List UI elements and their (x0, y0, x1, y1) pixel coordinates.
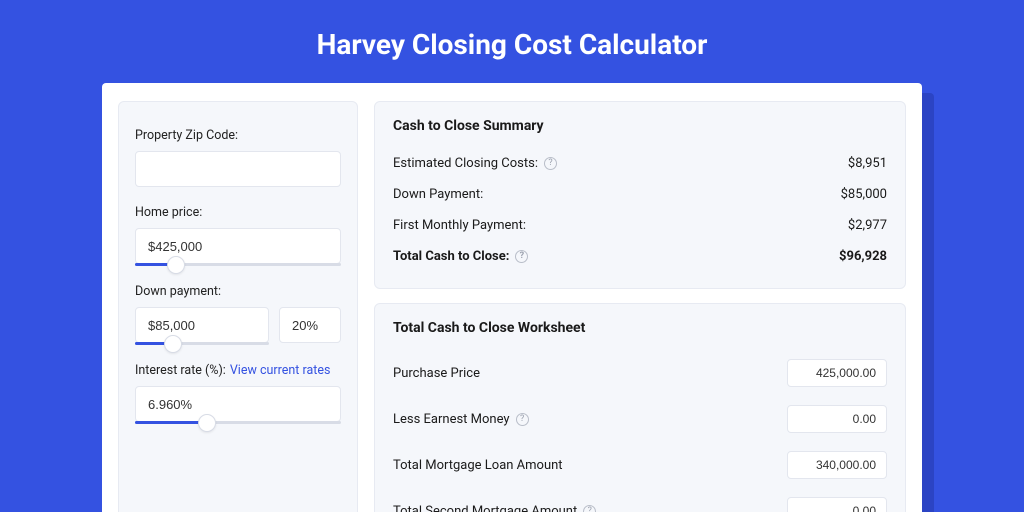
slider-fill (135, 421, 207, 424)
interest-rate-input[interactable] (135, 386, 341, 422)
home-price-field: Home price: (135, 205, 341, 266)
summary-row-first-monthly: First Monthly Payment: $2,977 (393, 210, 887, 241)
help-icon[interactable]: ? (544, 157, 557, 170)
summary-label: Estimated Closing Costs: (393, 156, 538, 171)
worksheet-input-purchase-price[interactable] (787, 359, 887, 387)
summary-row-total: Total Cash to Close: ? $96,928 (393, 241, 887, 272)
summary-value: $8,951 (848, 156, 887, 171)
view-rates-link[interactable]: View current rates (230, 363, 331, 378)
down-payment-field: Down payment: (135, 284, 341, 345)
summary-label: Down Payment: (393, 187, 483, 202)
page-title: Harvey Closing Cost Calculator (0, 0, 1024, 83)
worksheet-row-earnest-money: Less Earnest Money ? (393, 396, 887, 442)
summary-value: $2,977 (848, 218, 887, 233)
worksheet-title: Total Cash to Close Worksheet (393, 320, 887, 336)
worksheet-label: Less Earnest Money (393, 412, 510, 427)
summary-value: $85,000 (841, 187, 887, 202)
interest-rate-label: Interest rate (%): View current rates (135, 363, 341, 378)
worksheet-label: Total Mortgage Loan Amount (393, 458, 563, 473)
help-icon[interactable]: ? (583, 505, 596, 512)
worksheet-panel: Total Cash to Close Worksheet Purchase P… (374, 303, 906, 512)
slider-thumb[interactable] (167, 256, 185, 274)
interest-rate-label-text: Interest rate (%): (135, 363, 226, 378)
results-column: Cash to Close Summary Estimated Closing … (374, 101, 906, 512)
summary-panel: Cash to Close Summary Estimated Closing … (374, 101, 906, 289)
slider-thumb[interactable] (198, 414, 216, 432)
worksheet-label: Total Second Mortgage Amount (393, 504, 577, 512)
worksheet-row-second-mortgage: Total Second Mortgage Amount ? (393, 488, 887, 512)
interest-rate-field: Interest rate (%): View current rates (135, 363, 341, 424)
summary-row-down-payment: Down Payment: $85,000 (393, 179, 887, 210)
worksheet-input-mortgage-loan[interactable] (787, 451, 887, 479)
home-price-slider[interactable] (135, 263, 341, 266)
summary-total-label: Total Cash to Close: (393, 249, 509, 264)
down-payment-pct-input[interactable] (279, 307, 341, 343)
interest-rate-slider[interactable] (135, 421, 341, 424)
worksheet-input-earnest-money[interactable] (787, 405, 887, 433)
zip-input[interactable] (135, 151, 341, 187)
help-icon[interactable]: ? (516, 413, 529, 426)
down-payment-label: Down payment: (135, 284, 341, 299)
worksheet-row-purchase-price: Purchase Price (393, 350, 887, 396)
summary-title: Cash to Close Summary (393, 118, 887, 134)
calculator-card-wrap: Property Zip Code: Home price: Down paym (102, 83, 922, 512)
down-payment-input[interactable] (135, 307, 269, 343)
help-icon[interactable]: ? (515, 250, 528, 263)
worksheet-label: Purchase Price (393, 366, 480, 381)
summary-row-closing-costs: Estimated Closing Costs: ? $8,951 (393, 148, 887, 179)
worksheet-row-mortgage-loan: Total Mortgage Loan Amount (393, 442, 887, 488)
summary-label: First Monthly Payment: (393, 218, 526, 233)
zip-field: Property Zip Code: (135, 128, 341, 187)
summary-total-value: $96,928 (839, 249, 887, 264)
zip-label: Property Zip Code: (135, 128, 341, 143)
inputs-panel: Property Zip Code: Home price: Down paym (118, 101, 358, 512)
home-price-input[interactable] (135, 228, 341, 264)
down-payment-slider[interactable] (135, 342, 269, 345)
slider-thumb[interactable] (164, 335, 182, 353)
calculator-card: Property Zip Code: Home price: Down paym (102, 83, 922, 512)
worksheet-input-second-mortgage[interactable] (787, 497, 887, 512)
home-price-label: Home price: (135, 205, 341, 220)
